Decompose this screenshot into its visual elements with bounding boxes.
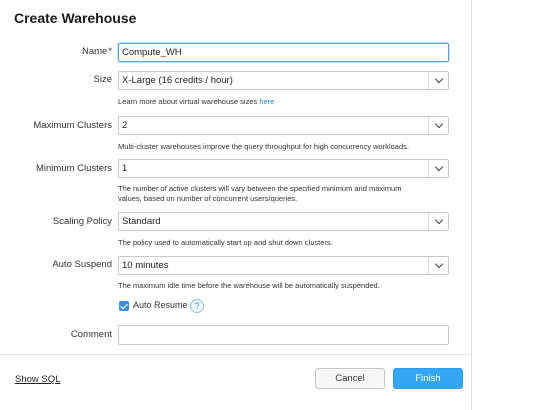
max-clusters-help: Multi-cluster warehouses improve the que…: [118, 142, 409, 151]
scaling-policy-value: Standard: [122, 216, 161, 227]
chevron-down-icon: [434, 215, 443, 225]
size-help-link[interactable]: here: [259, 97, 274, 106]
cancel-button[interactable]: Cancel: [315, 368, 385, 389]
max-clusters-dropdown-toggle[interactable]: [428, 117, 448, 134]
auto-suspend-value: 10 minutes: [122, 260, 169, 271]
min-clusters-select[interactable]: 1: [118, 159, 449, 178]
max-clusters-value: 2: [122, 120, 128, 131]
size-value: X-Large (16 credits / hour): [122, 75, 233, 86]
chevron-down-icon: [434, 162, 443, 172]
scaling-policy-select[interactable]: Standard: [118, 212, 449, 231]
min-clusters-help-line1: The number of active clusters will vary …: [118, 184, 402, 193]
min-clusters-value: 1: [122, 163, 128, 174]
name-label-text: Name: [81, 46, 108, 57]
chevron-down-icon: [434, 119, 443, 129]
auto-resume-checkbox[interactable]: [119, 301, 129, 311]
footer-divider: [0, 354, 472, 355]
size-dropdown-toggle[interactable]: [428, 72, 448, 89]
create-warehouse-dialog: Create Warehouse Name* Compute_WH Size X…: [0, 0, 472, 410]
auto-resume-label[interactable]: Auto Resume: [133, 300, 188, 310]
scaling-policy-help: The policy used to automatically start u…: [118, 238, 333, 247]
finish-button[interactable]: Finish: [393, 368, 463, 389]
min-clusters-dropdown-toggle[interactable]: [428, 160, 448, 177]
comment-label: Comment: [70, 329, 112, 340]
name-input[interactable]: Compute_WH: [118, 43, 449, 62]
size-label: Size: [93, 74, 112, 85]
checkmark-icon: [120, 301, 128, 309]
show-sql-link[interactable]: Show SQL: [15, 374, 60, 385]
name-label: Name*: [0, 46, 112, 57]
scaling-policy-dropdown-toggle[interactable]: [428, 213, 448, 230]
chevron-down-icon: [434, 74, 443, 84]
auto-suspend-label: Auto Suspend: [52, 259, 112, 270]
max-clusters-select[interactable]: 2: [118, 116, 449, 135]
chevron-down-icon: [434, 259, 443, 269]
min-clusters-label: Minimum Clusters: [35, 163, 112, 174]
dialog-title: Create Warehouse: [14, 10, 137, 26]
auto-suspend-dropdown-toggle[interactable]: [428, 257, 448, 274]
help-question-icon[interactable]: ?: [190, 299, 204, 313]
auto-suspend-select[interactable]: 10 minutes: [118, 256, 449, 275]
min-clusters-help: The number of active clusters will vary …: [118, 184, 458, 204]
size-help-text: Learn more about virtual warehouse sizes: [118, 97, 260, 106]
min-clusters-help-line2: values, based on number of concurrent us…: [118, 194, 298, 203]
size-help: Learn more about virtual warehouse sizes…: [118, 97, 458, 107]
auto-suspend-help: The maximum idle time before the warehou…: [118, 281, 380, 290]
size-select[interactable]: X-Large (16 credits / hour): [118, 71, 449, 90]
required-mark: *: [108, 46, 112, 57]
scaling-policy-label: Scaling Policy: [52, 216, 112, 227]
max-clusters-label: Maximum Clusters: [33, 120, 112, 131]
comment-input[interactable]: [118, 325, 449, 345]
